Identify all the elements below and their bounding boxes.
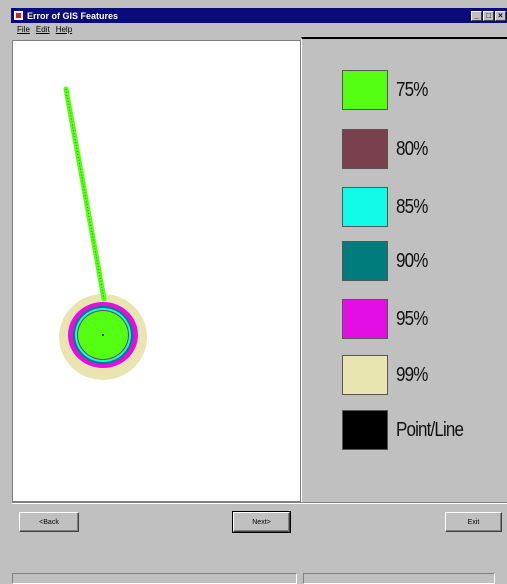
status-pane-left (12, 573, 297, 584)
legend-swatch-point-line (342, 410, 388, 450)
legend-item-99: 99% (342, 354, 433, 396)
legend-item-80: 80% (342, 128, 433, 170)
legend-label-95: 95% (396, 307, 428, 330)
legend-swatch-90 (342, 241, 388, 281)
legend-label-point-line: Point/Line (396, 418, 464, 441)
menu-file[interactable]: File (17, 25, 30, 34)
legend-swatch-95 (342, 299, 388, 339)
legend-item-85: 85% (342, 186, 433, 228)
title-bar: Error of GIS Features _ □ × (11, 8, 507, 23)
window-title: Error of GIS Features (27, 10, 119, 21)
legend-item-point-line: Point/Line (342, 409, 475, 451)
legend-swatch-75 (342, 70, 388, 110)
menu-bar: File Edit Help (11, 23, 507, 36)
legend-panel: 75% 80% 85% 90% 95% 99% Point/Line (301, 37, 507, 502)
legend-label-80: 80% (396, 137, 428, 160)
legend-swatch-80 (342, 129, 388, 169)
map-drawing (59, 86, 147, 380)
legend-label-75: 75% (396, 78, 428, 101)
legend-label-99: 99% (396, 363, 428, 386)
legend-item-75: 75% (342, 69, 433, 111)
close-button[interactable]: × (495, 10, 506, 21)
legend-swatch-99 (342, 355, 388, 395)
back-button[interactable]: <Back (19, 512, 79, 532)
legend-label-85: 85% (396, 195, 428, 218)
app-icon (14, 11, 23, 20)
maximize-button[interactable]: □ (483, 10, 494, 21)
status-pane-right (303, 573, 495, 584)
divider (12, 502, 507, 504)
legend-label-90: 90% (396, 249, 428, 272)
legend-swatch-85 (342, 187, 388, 227)
minimize-button[interactable]: _ (471, 10, 482, 21)
point-feature (102, 334, 104, 336)
next-button[interactable]: Next> (232, 511, 291, 533)
menu-help[interactable]: Help (56, 25, 72, 34)
menu-edit[interactable]: Edit (36, 25, 50, 34)
map-canvas[interactable] (12, 40, 301, 502)
line-error-band (63, 86, 107, 302)
exit-button[interactable]: Exit (445, 512, 502, 532)
legend-item-90: 90% (342, 240, 433, 282)
legend-item-95: 95% (342, 298, 433, 340)
